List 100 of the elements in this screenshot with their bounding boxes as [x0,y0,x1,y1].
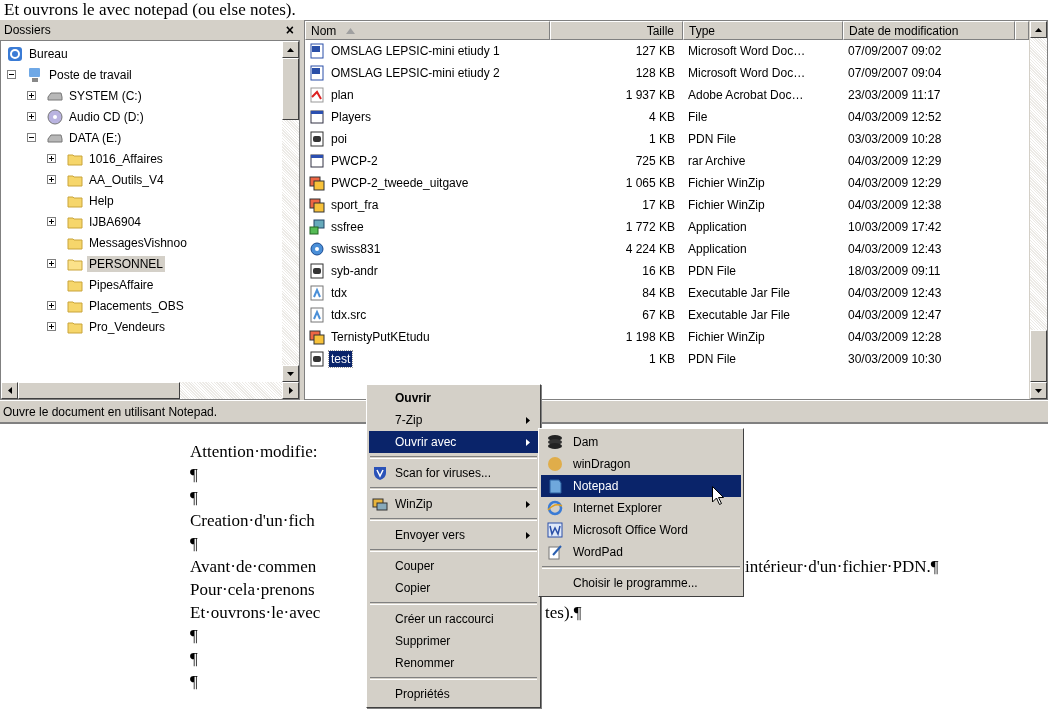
file-name[interactable]: PWCP-2 [329,153,380,169]
expand-icon[interactable] [47,217,56,226]
menu-item[interactable]: Supprimer [369,630,538,652]
menu-item[interactable]: 7-Zip [369,409,538,431]
expand-icon[interactable] [47,301,56,310]
table-cell-text: Executable Jar File [687,308,792,322]
menu-item[interactable]: Internet Explorer [541,497,741,519]
expand-icon[interactable] [47,259,56,268]
table-cell-text: 30/03/2009 10:30 [847,352,943,366]
table-cell-text: 1 772 KB [624,220,676,234]
document-text: Creation·d'un·fich [190,510,316,532]
scroll-thumb[interactable] [18,382,180,399]
menu-item[interactable]: Envoyer vers [369,524,538,546]
expand-icon[interactable] [47,175,56,184]
scroll-up-icon[interactable] [287,47,294,52]
tree-item[interactable]: IJBA6904 [87,213,144,230]
table-cell-text: Adobe Acrobat Doc… [687,88,805,102]
tree-item[interactable]: Poste de travail [47,66,134,83]
expand-icon[interactable] [47,322,56,331]
file-name[interactable]: OMSLAG LEPSIC-mini etiudy 1 [329,43,502,59]
table-cell-text: 84 KB [641,286,676,300]
pane-title: Dossiers [4,23,51,37]
scroll-down-icon[interactable] [1035,388,1042,393]
table-cell-text: 04/03/2009 12:38 [847,198,943,212]
image-file-icon [309,263,325,279]
file-name[interactable]: TernistyPutKEtudu [329,329,432,345]
menu-item[interactable]: Renommer [369,652,538,674]
file-name[interactable]: tdx [329,285,349,301]
window-icon [309,153,325,169]
tree-item[interactable]: Audio CD (D:) [67,108,146,125]
archive-icon [309,175,325,191]
menu-item[interactable]: Choisir le programme... [541,572,741,594]
table-cell-text: 04/03/2009 12:43 [847,286,943,300]
column-header[interactable]: Taille [550,21,683,40]
menu-item[interactable]: WinZip [369,493,538,515]
tree-item[interactable]: Help [87,192,116,209]
scroll-thumb[interactable] [282,58,299,120]
file-name[interactable]: syb-andr [329,263,380,279]
menu-item[interactable]: winDragon [541,453,741,475]
table-cell-text: 1 KB [648,352,676,366]
table-cell-text: Executable Jar File [687,286,792,300]
tree-item[interactable]: 1016_Affaires [87,150,165,167]
menu-item[interactable]: Ouvrir avec [369,431,538,453]
tree-item[interactable]: DATA (E:) [67,129,124,146]
file-name[interactable]: poi [329,131,349,147]
tree-item[interactable]: PERSONNEL [87,255,166,272]
tree-item[interactable]: AA_Outils_V4 [87,171,166,188]
tree-item[interactable]: SYSTEM (C:) [67,87,144,104]
document-text: ¶ [190,648,199,670]
table-cell-text: rar Archive [687,154,747,168]
table-cell-text: 4 224 KB [624,242,676,256]
menu-item[interactable]: Dam [541,431,741,453]
expand-icon[interactable] [47,154,56,163]
tree-item[interactable]: Placements_OBS [87,297,186,314]
file-name[interactable]: OMSLAG LEPSIC-mini etiudy 2 [329,65,502,81]
menu-item[interactable]: Copier [369,577,538,599]
application-icon [309,241,325,257]
collapse-icon[interactable] [7,70,16,79]
archive-icon [309,197,325,213]
scrollbar[interactable] [1029,21,1047,399]
file-name[interactable]: test [329,351,353,367]
file-name[interactable]: PWCP-2_tweede_uitgave [329,175,471,191]
column-header[interactable]: Nom [305,21,550,40]
menu-item[interactable]: Microsoft Office Word [541,519,741,541]
file-name[interactable]: Players [329,109,373,125]
table-cell-text: Fichier WinZip [687,330,766,344]
close-button[interactable]: × [281,22,298,38]
menu-item[interactable]: Notepad [541,475,741,497]
file-name[interactable]: sport_fra [329,197,381,213]
expand-icon[interactable] [27,112,36,121]
menu-item[interactable]: WordPad [541,541,741,563]
file-name[interactable]: ssfree [329,219,366,235]
menu-item[interactable]: Ouvrir [369,387,538,409]
expand-icon[interactable] [27,91,36,100]
tree-item[interactable]: MessagesVishnoo [87,234,189,251]
tree-item[interactable]: PipesAffaire [87,276,156,293]
scroll-left-icon[interactable] [7,387,12,394]
scroll-up-icon[interactable] [1035,27,1042,32]
menu-item[interactable]: Créer un raccourci [369,608,538,630]
computer-icon [27,66,43,83]
file-name[interactable]: plan [329,87,356,103]
horizontal-scrollbar[interactable] [0,382,300,400]
menu-item[interactable]: Scan for viruses... [369,462,538,484]
scroll-down-icon[interactable] [287,371,294,376]
collapse-icon[interactable] [27,133,36,142]
sphere-icon [547,456,563,472]
table-cell-text: 128 KB [634,66,676,80]
file-name[interactable]: swiss831 [329,241,383,257]
scroll-thumb[interactable] [1030,330,1047,382]
tree-item[interactable]: Pro_Vendeurs [87,318,168,335]
scroll-right-icon[interactable] [288,387,293,394]
tree-item[interactable]: Bureau [27,45,70,62]
column-header[interactable]: Type [683,21,843,40]
menu-item[interactable]: Propriétés [369,683,538,705]
menu-item[interactable]: Couper [369,555,538,577]
scrollbar[interactable] [282,41,299,382]
file-name[interactable]: tdx.src [329,307,369,323]
column-header[interactable]: Date de modification [843,21,1015,40]
table-cell-text: PDN File [687,264,737,278]
status-text: Ouvre le document en utilisant Notepad. [3,404,218,419]
